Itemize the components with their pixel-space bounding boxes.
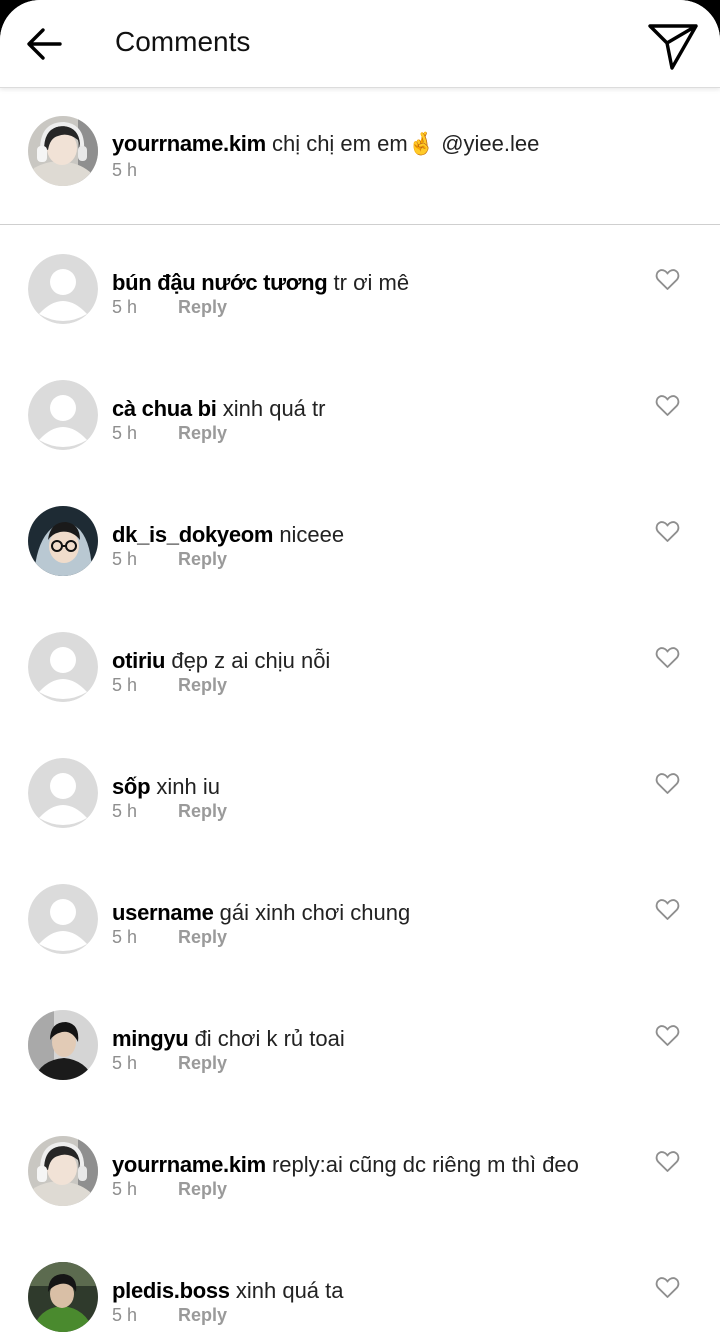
comment-text: gái xinh chơi chung — [219, 900, 411, 925]
avatar-image — [28, 632, 98, 702]
caption-mention[interactable]: @yiee.lee — [441, 131, 539, 156]
reply-button[interactable]: Reply — [178, 1179, 227, 1200]
avatar[interactable] — [28, 380, 98, 450]
reply-button[interactable]: Reply — [178, 1305, 227, 1326]
reply-button[interactable]: Reply — [178, 423, 227, 444]
comment-timestamp: 5 h — [112, 423, 138, 443]
avatar[interactable] — [28, 506, 98, 576]
avatar-photo-headphones — [28, 116, 98, 186]
heart-icon[interactable] — [655, 520, 680, 543]
comment-username[interactable]: yourrname.kim — [112, 1152, 266, 1177]
avatar-image — [28, 884, 98, 954]
comment-text: xinh quá ta — [235, 1278, 344, 1303]
comment-timestamp: 5 h — [112, 297, 138, 317]
avatar[interactable] — [28, 1136, 98, 1206]
comment-timestamp: 5 h — [112, 1305, 138, 1325]
avatar[interactable] — [28, 1262, 98, 1332]
avatar[interactable] — [28, 116, 98, 186]
avatar[interactable] — [28, 884, 98, 954]
reply-button[interactable]: Reply — [178, 801, 227, 822]
heart-icon[interactable] — [655, 1150, 680, 1173]
comment-timestamp: 5 h — [112, 1179, 138, 1199]
avatar-image — [28, 1136, 98, 1206]
comment-username[interactable]: cà chua bi — [112, 396, 217, 421]
caption-text: chị chị em em — [271, 131, 408, 156]
avatar-image — [28, 380, 98, 450]
comment-username[interactable]: mingyu — [112, 1026, 189, 1051]
comment-username[interactable]: bún đậu nước tương — [112, 270, 328, 295]
comment-item: mingyu đi chơi k rủ toai 5 h Reply — [0, 982, 720, 1108]
comment-item: username gái xinh chơi chung 5 h Reply — [0, 856, 720, 982]
comment-text: niceee — [279, 522, 345, 547]
comment-text: reply:ai cũng dc riêng m thì đeo — [271, 1152, 579, 1177]
reply-button[interactable]: Reply — [178, 1053, 227, 1074]
comment-text-line: cà chua bi xinh quá tr — [112, 396, 325, 422]
reply-button[interactable]: Reply — [178, 297, 227, 318]
comment-item: pledis.boss xinh quá ta 5 h Reply — [0, 1234, 720, 1340]
reply-button[interactable]: Reply — [178, 549, 227, 570]
comment-item: yourrname.kim reply:ai cũng dc riêng m t… — [0, 1108, 720, 1234]
caption-timestamp: 5 h — [112, 160, 138, 180]
comment-text-line: otiriu đẹp z ai chịu nỗi — [112, 648, 330, 674]
comment-item: sốp xinh iu 5 h Reply — [0, 730, 720, 856]
heart-icon[interactable] — [655, 394, 680, 417]
avatar[interactable] — [28, 758, 98, 828]
comment-text: đẹp z ai chịu nỗi — [171, 648, 331, 673]
comment-item: cà chua bi xinh quá tr 5 h Reply — [0, 352, 720, 478]
comment-username[interactable]: sốp — [112, 774, 151, 799]
comment-text: tr ơi mê — [333, 270, 410, 295]
comment-username[interactable]: dk_is_dokyeom — [112, 522, 273, 547]
heart-icon[interactable] — [655, 268, 680, 291]
avatar-image — [28, 758, 98, 828]
comment-text-line: username gái xinh chơi chung — [112, 900, 410, 926]
avatar[interactable] — [28, 632, 98, 702]
avatar-image — [28, 254, 98, 324]
comment-item: bún đậu nước tương tr ơi mê 5 h Reply — [0, 226, 720, 352]
comment-text-line: pledis.boss xinh quá ta — [112, 1278, 344, 1304]
heart-icon[interactable] — [655, 1024, 680, 1047]
comment-item: dk_is_dokyeom niceee 5 h Reply — [0, 478, 720, 604]
avatar-image — [28, 506, 98, 576]
comment-username[interactable]: otiriu — [112, 648, 166, 673]
comment-timestamp: 5 h — [112, 675, 138, 695]
avatar-image — [28, 1262, 98, 1332]
comment-timestamp: 5 h — [112, 927, 138, 947]
post-caption: yourrname.kim chị chị em em🤞 @yiee.lee 5… — [0, 89, 720, 225]
comment-timestamp: 5 h — [112, 549, 138, 569]
caption-emoji: 🤞 — [407, 131, 436, 156]
page-title: Comments — [115, 26, 251, 57]
comment-item: otiriu đẹp z ai chịu nỗi 5 h Reply — [0, 604, 720, 730]
comment-text-line: dk_is_dokyeom niceee — [112, 522, 344, 548]
comments-screen: Comments yourrname.kim chị chị em em🤞 @y… — [0, 0, 720, 1340]
comment-text: xinh quá tr — [222, 396, 326, 421]
comment-text-line: yourrname.kim reply:ai cũng dc riêng m t… — [112, 1152, 579, 1178]
comment-username[interactable]: pledis.boss — [112, 1278, 230, 1303]
comment-list: bún đậu nước tương tr ơi mê 5 h Reply cà ch… — [0, 226, 720, 1340]
back-arrow-icon[interactable] — [24, 24, 64, 64]
avatar-image — [28, 1010, 98, 1080]
heart-icon[interactable] — [655, 646, 680, 669]
comment-text: đi chơi k rủ toai — [194, 1026, 345, 1051]
heart-icon[interactable] — [655, 898, 680, 921]
comment-text-line: bún đậu nước tương tr ơi mê — [112, 270, 409, 296]
caption-text-line: yourrname.kim chị chị em em🤞 @yiee.lee — [112, 131, 539, 157]
comment-timestamp: 5 h — [112, 801, 138, 821]
comment-text: xinh iu — [156, 774, 220, 799]
reply-button[interactable]: Reply — [178, 675, 227, 696]
heart-icon[interactable] — [655, 1276, 680, 1299]
reply-button[interactable]: Reply — [178, 927, 227, 948]
send-icon[interactable] — [646, 22, 700, 72]
avatar[interactable] — [28, 1010, 98, 1080]
avatar[interactable] — [28, 254, 98, 324]
comment-username[interactable]: username — [112, 900, 214, 925]
comment-timestamp: 5 h — [112, 1053, 138, 1073]
top-bar: Comments — [0, 0, 720, 88]
heart-icon[interactable] — [655, 772, 680, 795]
caption-username[interactable]: yourrname.kim — [112, 131, 266, 156]
comment-text-line: mingyu đi chơi k rủ toai — [112, 1026, 345, 1052]
comment-text-line: sốp xinh iu — [112, 774, 220, 800]
